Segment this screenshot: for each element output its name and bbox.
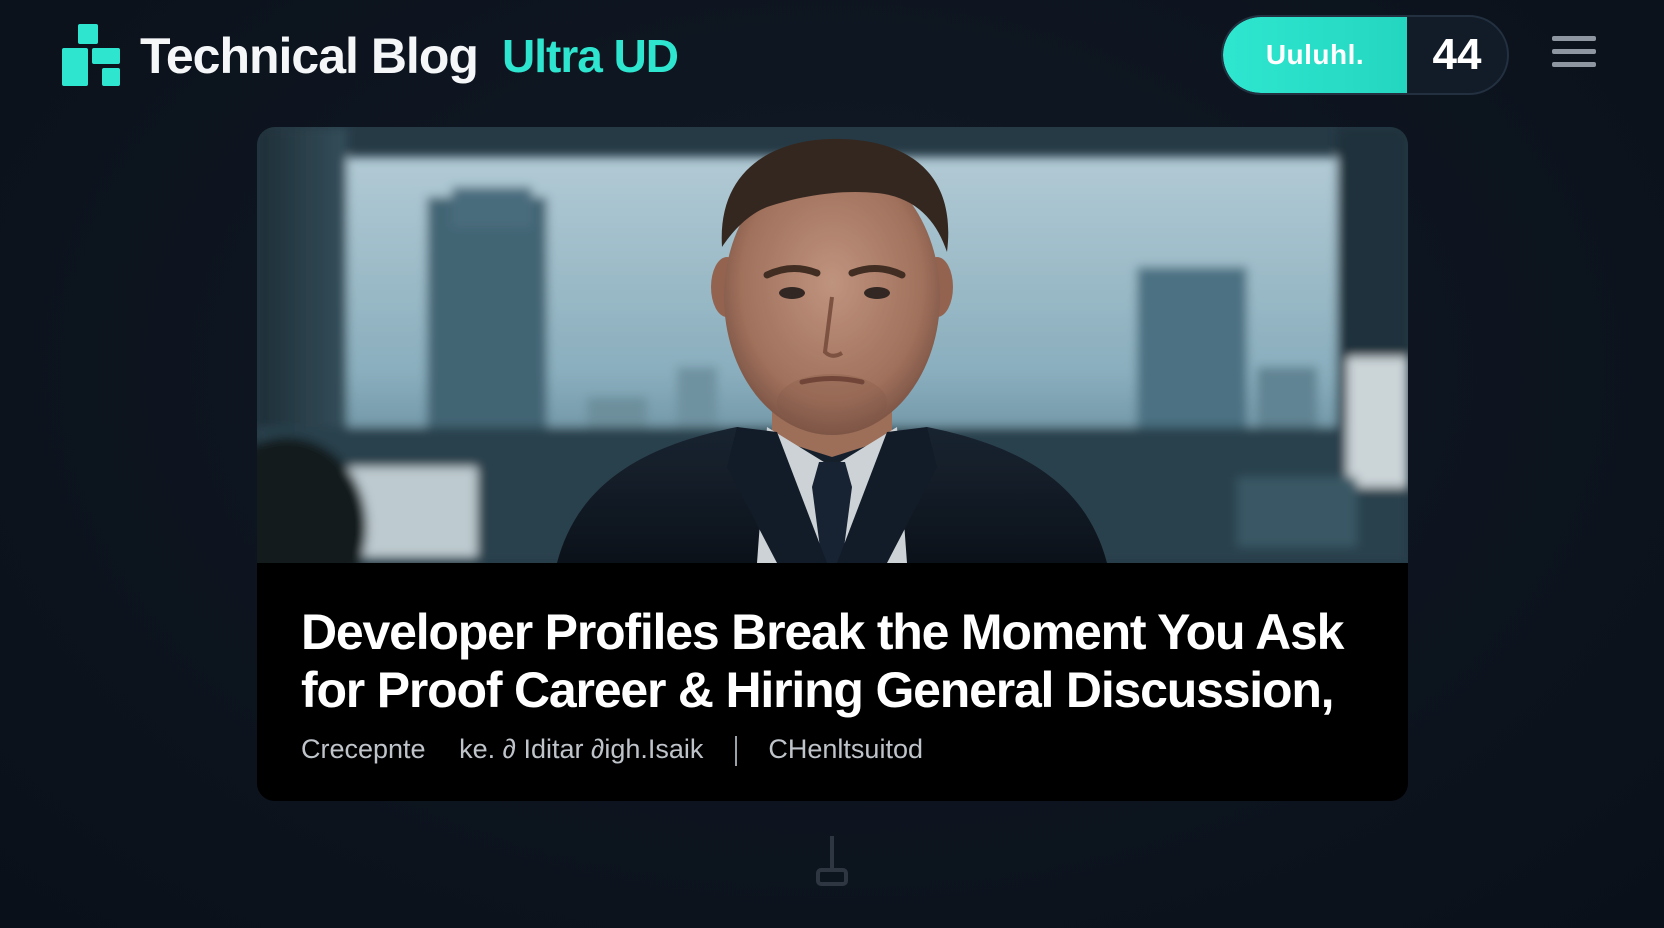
article-meta: Crecepnte ke. ∂ Iditar ∂igh.Isaik CHenlt… [301,731,923,767]
featured-article-card[interactable]: Developer Profiles Break the Moment You … [257,127,1408,801]
meta-category[interactable]: CHenltsuitod [768,734,923,764]
menu-bar [1552,62,1596,67]
hamburger-menu-icon[interactable] [1552,36,1596,76]
meta-divider [734,735,737,766]
article-card-body: Developer Profiles Break the Moment You … [257,563,1408,801]
pill-count: 44 [1432,30,1482,79]
menu-bar [1552,49,1596,54]
brand-subtitle[interactable]: Ultra UD [502,26,679,86]
meta-author[interactable]: Crecepnte [301,734,426,764]
brand-title[interactable]: Technical Blog [140,26,479,86]
site-header: Technical Blog Ultra UD Uuluhl. 44 [0,0,1664,120]
notification-pill-button[interactable]: Uuluhl. 44 [1221,15,1509,95]
article-hero-image [257,127,1408,563]
page: Technical Blog Ultra UD Uuluhl. 44 Devel… [0,0,1664,928]
menu-bar [1552,36,1596,41]
pill-label: Uuluhl. [1223,17,1407,93]
meta-tags: ke. ∂ Iditar ∂igh.Isaik [459,734,704,764]
scroll-down-icon[interactable] [816,836,848,888]
article-title[interactable]: Developer Profiles Break the Moment You … [301,603,1381,719]
blocks-logo-icon[interactable] [62,24,120,86]
